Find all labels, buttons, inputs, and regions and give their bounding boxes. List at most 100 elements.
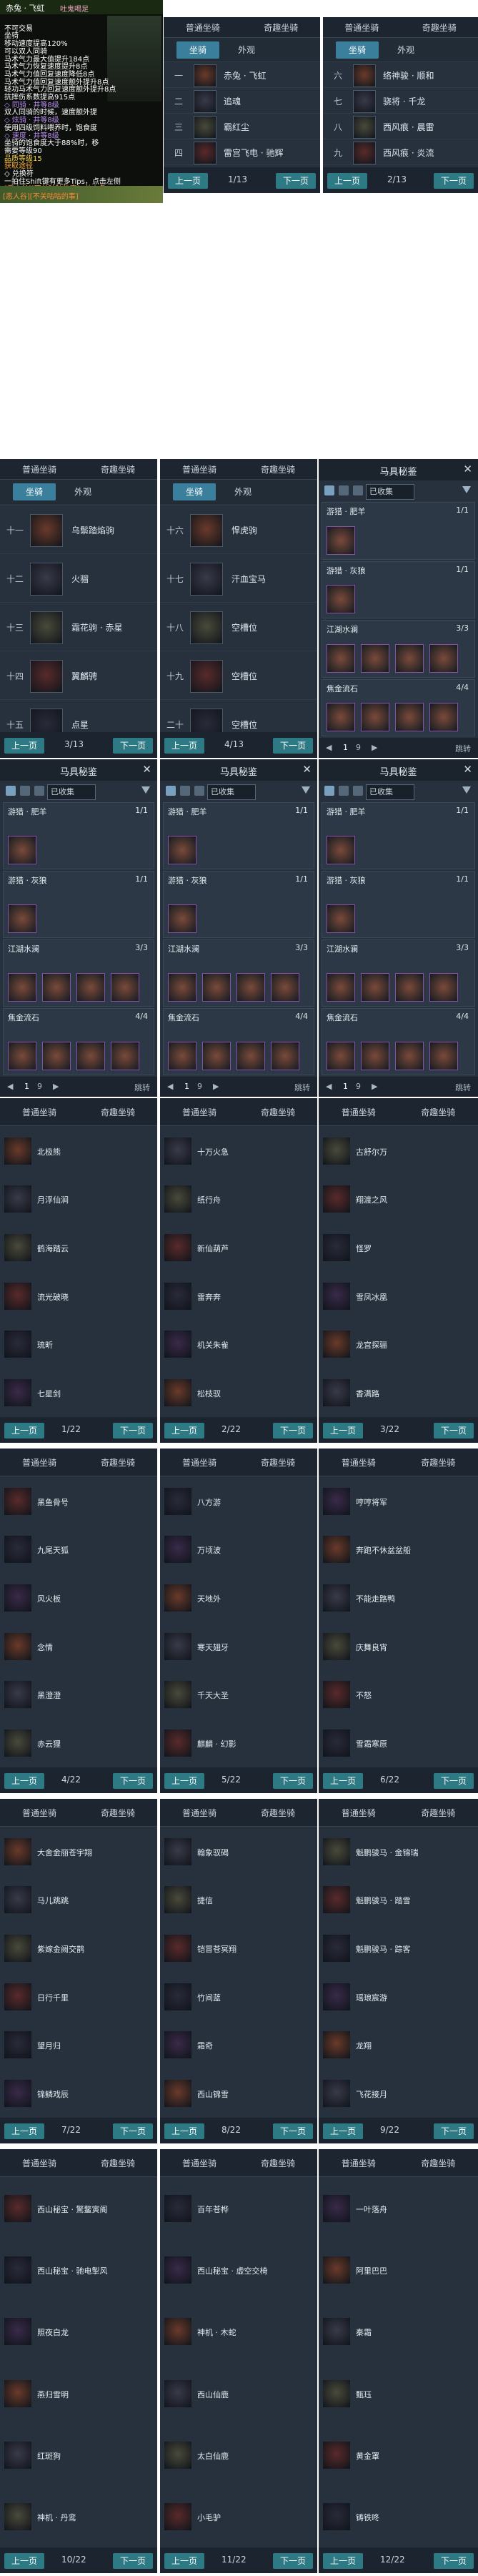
mount-row[interactable]: 竹间蓝	[160, 1973, 317, 2021]
jump-button[interactable]: 跳转	[455, 743, 471, 754]
guide-group[interactable]: 江湖水澜 3/3	[322, 620, 475, 678]
guide-group[interactable]: 江湖水澜 3/3	[163, 939, 314, 1007]
mount-row[interactable]: 魁鹏骏马 · 踏雪	[319, 1876, 478, 1925]
saddle-icon[interactable]	[202, 1042, 231, 1070]
mount-row[interactable]: 西山秘宝 · 虚空交椅	[160, 2239, 317, 2301]
next-button[interactable]: 下一页	[434, 173, 474, 189]
mount-row[interactable]: 一 赤兔 · 飞虹	[164, 61, 320, 88]
mount-row[interactable]: 神机 · 木蛇	[160, 2301, 317, 2362]
mount-row[interactable]: 香满路	[319, 1368, 478, 1417]
guide-group[interactable]: 游猎 · 灰狼 1/1	[322, 871, 475, 938]
tab-rare[interactable]: 奇趣坐骑	[79, 1106, 157, 1118]
tab-normal[interactable]: 普通坐骑	[0, 1807, 79, 1819]
next-button[interactable]: 下一页	[113, 1773, 153, 1789]
mount-row[interactable]: 八方游	[160, 1477, 317, 1526]
saddle-icon[interactable]	[327, 525, 355, 555]
mount-row[interactable]: 寒天翅牙	[160, 1622, 317, 1671]
mount-row[interactable]: 西山锦雪	[160, 2069, 317, 2118]
next-arrow-icon[interactable]: ▶	[53, 1082, 59, 1091]
guide-group[interactable]: 焦金流石 4/4	[322, 678, 475, 736]
tab-rare[interactable]: 奇趣坐骑	[399, 1456, 478, 1469]
tab-rare[interactable]: 奇趣坐骑	[401, 21, 478, 34]
next-button[interactable]: 下一页	[273, 1773, 313, 1789]
sort-icon[interactable]	[353, 485, 363, 495]
tab-normal[interactable]: 普通坐骑	[323, 21, 401, 34]
mount-row[interactable]: 七星剑	[0, 1368, 157, 1417]
list-view-icon[interactable]	[180, 786, 190, 796]
mount-row[interactable]: 鹤海踏云	[0, 1223, 157, 1272]
mount-row[interactable]: 马儿跳跳	[0, 1876, 157, 1925]
mount-row[interactable]: 望月归	[0, 2021, 157, 2070]
subtab-look[interactable]: 外观	[221, 483, 264, 500]
mount-row[interactable]: 琉昕	[0, 1321, 157, 1369]
mount-row[interactable]: 飞花接月	[319, 2069, 478, 2118]
mount-row[interactable]: 魁鹏骏马 · 金锦瑞	[319, 1827, 478, 1876]
mount-row[interactable]: 瑶琅宸游	[319, 1973, 478, 2021]
saddle-icon[interactable]	[327, 973, 355, 1002]
next-arrow-icon[interactable]: ▶	[372, 743, 377, 752]
saddle-icon[interactable]	[395, 973, 424, 1002]
prev-button[interactable]: 上一页	[164, 1423, 204, 1438]
prev-button[interactable]: 上一页	[4, 2553, 44, 2569]
mount-row[interactable]: 六 络神骏 · 顺和	[323, 61, 478, 88]
mount-row[interactable]: 龙翔	[319, 2021, 478, 2070]
saddle-icon[interactable]	[327, 836, 355, 864]
saddle-icon[interactable]	[361, 643, 389, 673]
next-button[interactable]: 下一页	[113, 1423, 153, 1438]
guide-group[interactable]: 江湖水澜 3/3	[3, 939, 154, 1007]
saddle-icon[interactable]	[111, 973, 139, 1002]
mount-row[interactable]: 雪霜寒原	[319, 1719, 478, 1767]
jump-button[interactable]: 跳转	[134, 1082, 150, 1093]
mount-row[interactable]: 哼哼将军	[319, 1477, 478, 1526]
mount-row[interactable]: 龙宫探骊	[319, 1321, 478, 1369]
prev-button[interactable]: 上一页	[4, 1773, 44, 1789]
prev-button[interactable]: 上一页	[323, 1423, 363, 1438]
guide-group[interactable]: 游猎 · 灰狼 1/1	[163, 871, 314, 938]
saddle-icon[interactable]	[271, 1042, 299, 1070]
mount-row[interactable]: 流光破晓	[0, 1272, 157, 1321]
filter-select[interactable]: 已收集	[366, 784, 414, 800]
prev-arrow-icon[interactable]: ◀	[326, 743, 332, 752]
saddle-icon[interactable]	[429, 643, 458, 673]
guide-group[interactable]: 游猎 · 灰狼 1/1	[3, 871, 154, 938]
guide-group[interactable]: 游猎 · 灰狼 1/1	[322, 561, 475, 618]
prev-button[interactable]: 上一页	[323, 2553, 363, 2569]
saddle-icon[interactable]	[361, 703, 389, 731]
saddle-icon[interactable]	[8, 904, 36, 933]
mount-row[interactable]: 风火板	[0, 1574, 157, 1622]
next-button[interactable]: 下一页	[113, 2123, 153, 2139]
mount-row[interactable]: 西山秘宝 · 驚鳌寅阁	[0, 2178, 157, 2239]
saddle-icon[interactable]	[202, 973, 231, 1002]
tab-rare[interactable]: 奇趣坐骑	[79, 1807, 157, 1819]
mount-row[interactable]: 百年苍桦	[160, 2178, 317, 2239]
close-icon[interactable]: ✕	[302, 763, 312, 776]
subtab-mount[interactable]: 坐骑	[173, 483, 216, 500]
tab-rare[interactable]: 奇趣坐骑	[242, 21, 321, 34]
tab-rare[interactable]: 奇趣坐骑	[239, 1807, 317, 1819]
mount-row[interactable]: 捷信	[160, 1876, 317, 1925]
next-button[interactable]: 下一页	[434, 2553, 474, 2569]
guide-group[interactable]: 游猎 · 肥羊 1/1	[322, 502, 475, 560]
mount-row[interactable]: 万顷波	[160, 1526, 317, 1574]
saddle-icon[interactable]	[76, 1042, 105, 1070]
saddle-icon[interactable]	[236, 1042, 265, 1070]
saddle-icon[interactable]	[236, 973, 265, 1002]
saddle-icon[interactable]	[429, 973, 458, 1002]
prev-arrow-icon[interactable]: ◀	[326, 1082, 332, 1091]
close-icon[interactable]: ✕	[142, 763, 151, 776]
subtab-look[interactable]: 外观	[384, 41, 427, 59]
tab-rare[interactable]: 奇趣坐骑	[239, 1456, 317, 1469]
prev-button[interactable]: 上一页	[164, 2553, 204, 2569]
mount-row[interactable]: 红斑狗	[0, 2424, 157, 2486]
next-button[interactable]: 下一页	[113, 2553, 153, 2569]
mount-row[interactable]: 阿里巴巴	[319, 2239, 478, 2301]
prev-button[interactable]: 上一页	[164, 738, 204, 754]
mount-row[interactable]: 雪凤冰凰	[319, 1272, 478, 1321]
tab-normal[interactable]: 普通坐骑	[319, 1456, 399, 1469]
filter-icon[interactable]	[302, 786, 310, 794]
tab-normal[interactable]: 普通坐骑	[160, 1106, 239, 1118]
tab-rare[interactable]: 奇趣坐骑	[79, 1456, 157, 1469]
saddle-icon[interactable]	[361, 973, 389, 1002]
tab-normal[interactable]: 普通坐骑	[319, 1807, 399, 1819]
mount-row[interactable]: 不能走路鸭	[319, 1574, 478, 1622]
